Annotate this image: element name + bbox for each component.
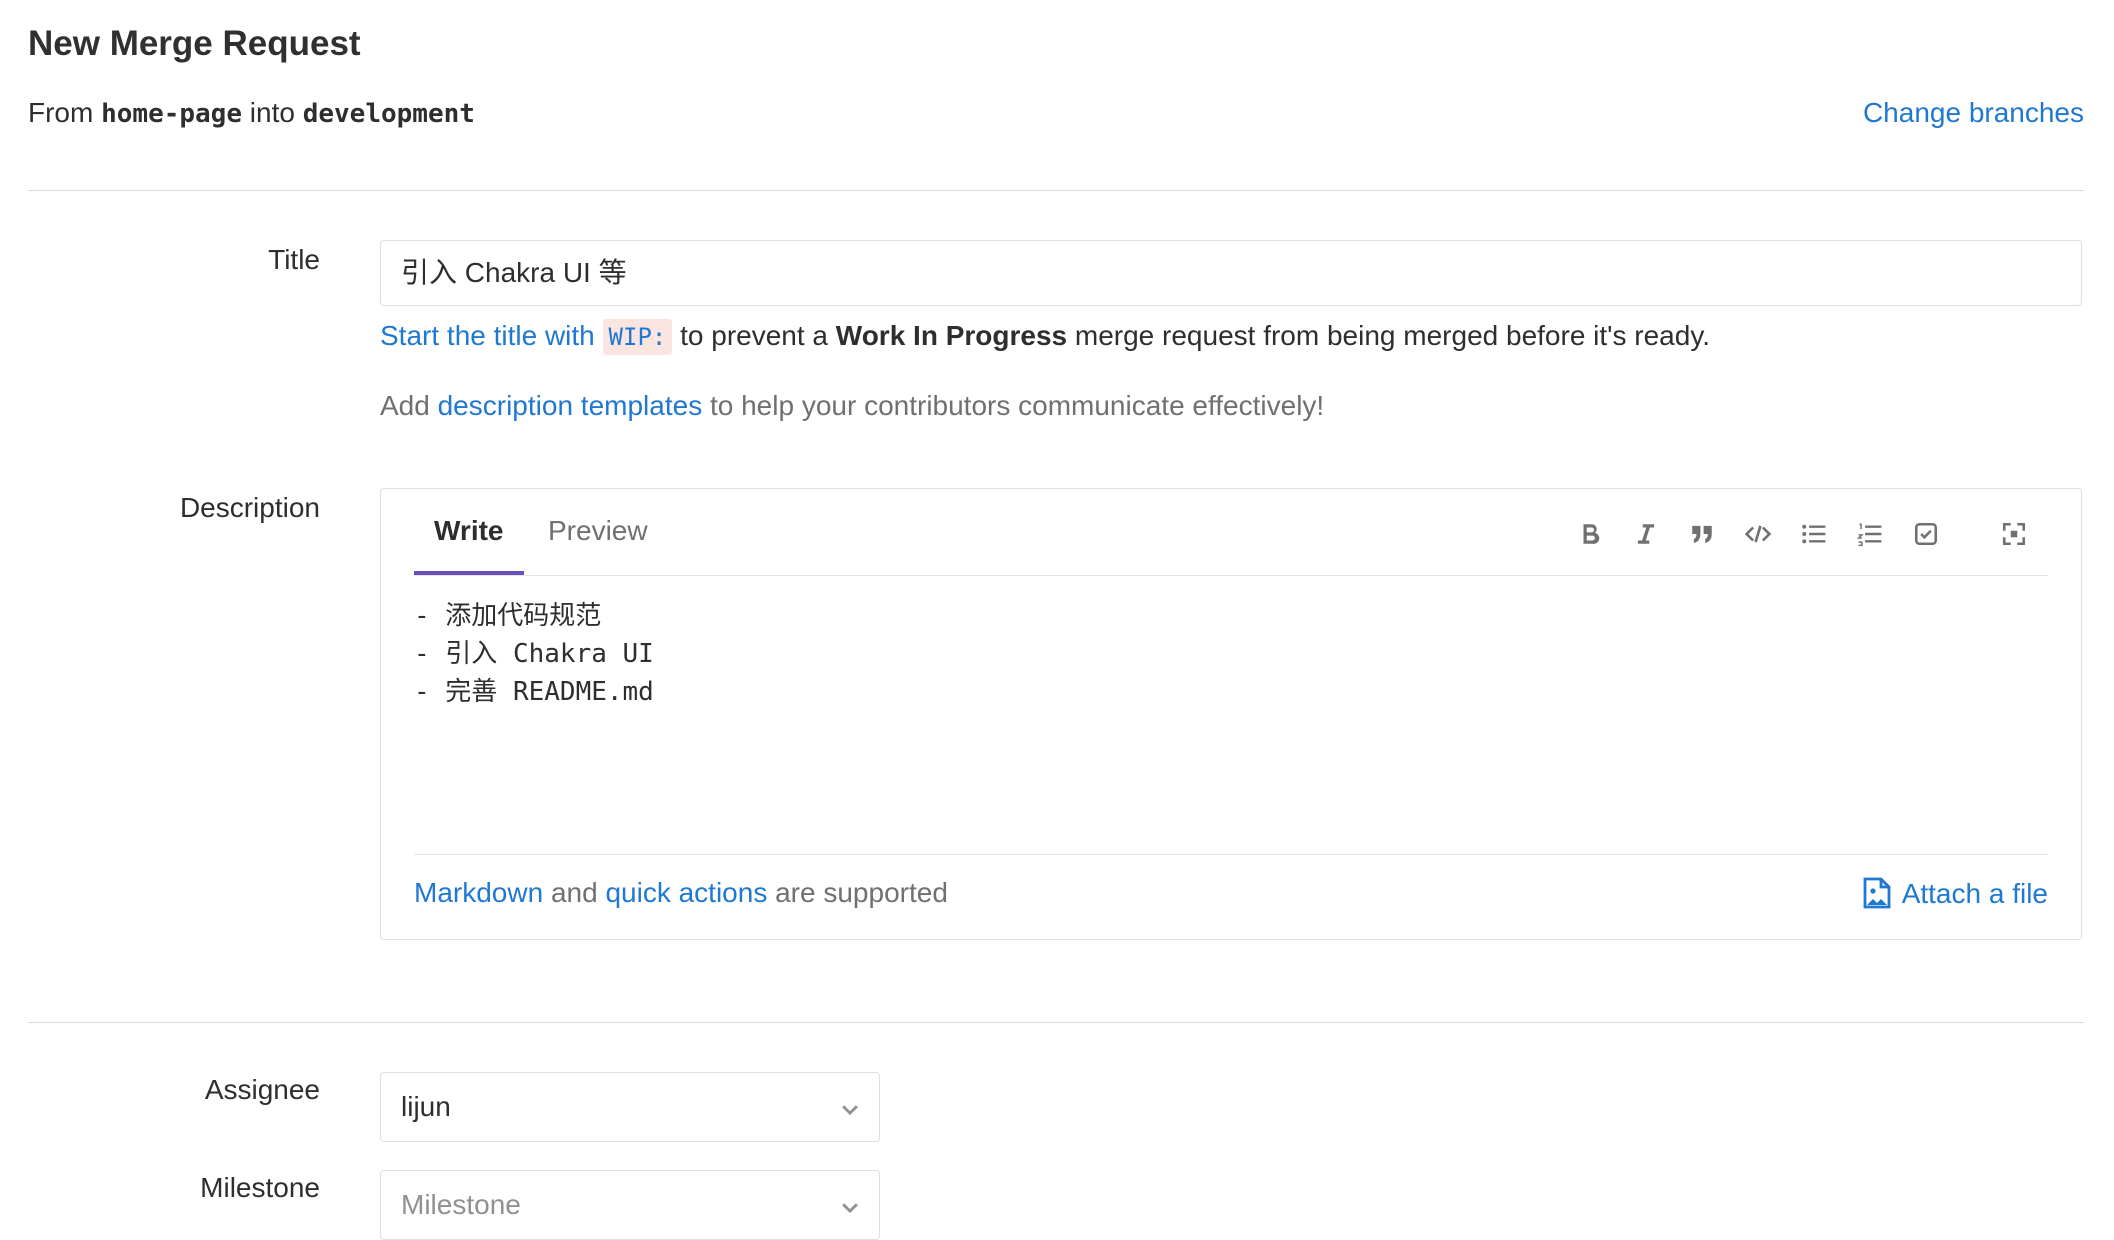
quick-actions-link[interactable]: quick actions bbox=[605, 877, 767, 908]
file-image-icon bbox=[1863, 877, 1891, 909]
tab-preview[interactable]: Preview bbox=[528, 489, 668, 573]
target-branch: development bbox=[302, 99, 475, 129]
markdown-link[interactable]: Markdown bbox=[414, 877, 543, 908]
divider bbox=[28, 1022, 2084, 1023]
editor-tabs: Write Preview bbox=[414, 489, 2048, 576]
markdown-note-and: and bbox=[550, 877, 598, 908]
source-branch: home-page bbox=[101, 99, 242, 129]
milestone-dropdown[interactable]: Milestone bbox=[380, 1170, 880, 1240]
task-list-icon[interactable] bbox=[1904, 507, 1948, 557]
wip-help-link[interactable]: Start the title with bbox=[380, 320, 595, 351]
tab-write[interactable]: Write bbox=[414, 489, 524, 575]
wip-help-end: merge request from being merged before i… bbox=[1074, 320, 1711, 351]
bullet-list-icon[interactable] bbox=[1792, 507, 1836, 557]
template-help-prefix: Add bbox=[380, 390, 430, 421]
editor-footer: Markdown and quick actions are supported… bbox=[414, 854, 2048, 939]
numbered-list-icon[interactable] bbox=[1848, 507, 1892, 557]
divider bbox=[28, 190, 2084, 191]
wip-help-mid: to prevent a bbox=[680, 320, 828, 351]
fullscreen-icon[interactable] bbox=[1992, 507, 2036, 557]
from-label: From bbox=[28, 97, 94, 128]
wip-help-text: Start the title with WIP: to prevent a W… bbox=[380, 319, 1711, 355]
milestone-label: Milestone bbox=[200, 1172, 320, 1203]
wip-code[interactable]: WIP: bbox=[602, 319, 673, 355]
chevron-down-icon bbox=[839, 1073, 861, 1141]
description-editor: Write Preview - 添加代码规范 - 引入 Chakra UI - … bbox=[380, 488, 2082, 940]
assignee-value: lijun bbox=[401, 1091, 451, 1122]
description-templates-link[interactable]: description templates bbox=[438, 390, 703, 421]
wip-help-bold: Work In Progress bbox=[835, 320, 1068, 351]
attach-file-label: Attach a file bbox=[1901, 878, 2048, 909]
assignee-dropdown[interactable]: lijun bbox=[380, 1072, 880, 1142]
description-label: Description bbox=[179, 492, 320, 523]
bold-icon[interactable] bbox=[1568, 507, 1612, 557]
milestone-placeholder: Milestone bbox=[401, 1189, 521, 1220]
chevron-down-icon bbox=[839, 1171, 861, 1239]
change-branches-link[interactable]: Change branches bbox=[1863, 97, 2084, 129]
assignee-label: Assignee bbox=[204, 1074, 320, 1105]
page-title: New Merge Request bbox=[28, 24, 361, 63]
italic-icon[interactable] bbox=[1624, 507, 1668, 557]
quote-icon[interactable] bbox=[1680, 507, 1724, 557]
markdown-note: Markdown and quick actions are supported bbox=[414, 877, 948, 909]
description-textarea[interactable]: - 添加代码规范 - 引入 Chakra UI - 完善 README.md bbox=[414, 597, 2048, 711]
code-icon[interactable] bbox=[1736, 507, 1780, 557]
attach-file-button[interactable]: Attach a file bbox=[1862, 877, 2048, 910]
title-label: Title bbox=[268, 244, 320, 275]
markdown-toolbar bbox=[1568, 507, 2048, 557]
title-input[interactable]: 引入 Chakra UI 等 bbox=[380, 240, 2082, 306]
markdown-note-supported: are supported bbox=[775, 877, 948, 908]
branch-info: From home-page into development bbox=[28, 97, 475, 129]
into-label: into bbox=[249, 97, 295, 128]
template-help-suffix: to help your contributors communicate ef… bbox=[709, 390, 1325, 421]
template-help-text: Add description templates to help your c… bbox=[380, 390, 1324, 422]
